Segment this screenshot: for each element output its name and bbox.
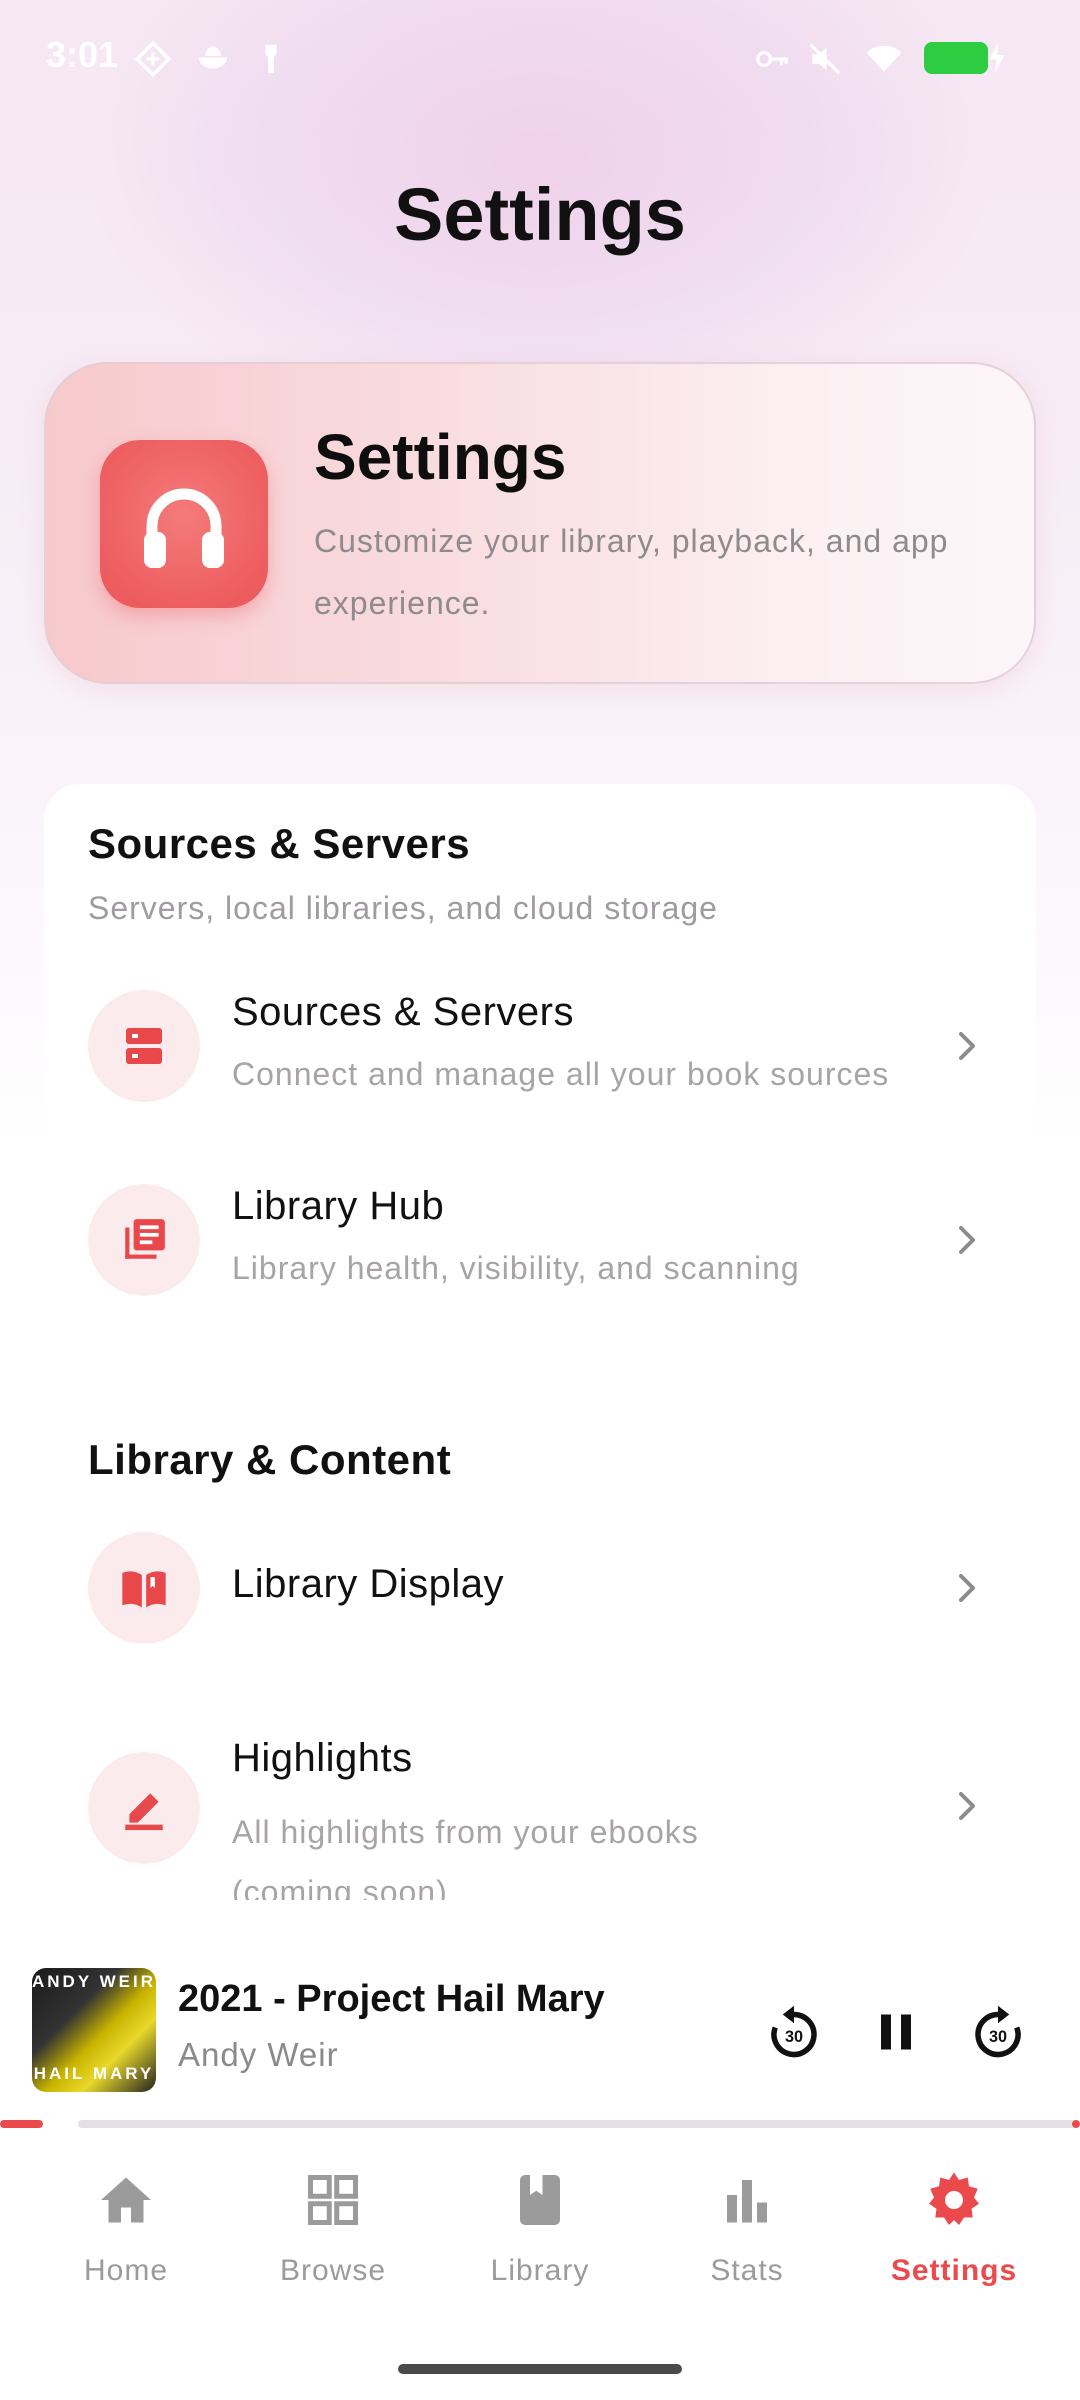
home-icon — [101, 2177, 151, 2223]
forward-30-icon[interactable]: 30 — [968, 2002, 1028, 2062]
item-title: Library Hub — [232, 1184, 445, 1228]
gear-icon — [929, 2172, 979, 2225]
book-cover: ANDY WEIR HAIL MARY — [32, 1968, 156, 2092]
bowl-icon — [198, 46, 228, 69]
settings-hero-card: Settings Customize your library, playbac… — [44, 362, 1036, 684]
battery-icon — [924, 42, 988, 74]
nav-label: Stats — [710, 2254, 784, 2287]
headphones-icon — [144, 488, 224, 568]
item-subtitle: Connect and manage all your book sources — [232, 1056, 890, 1092]
player-title: 2021 - Project Hail Mary — [178, 1978, 605, 2020]
settings-item-library-hub[interactable]: Library Hub Library health, visibility, … — [44, 1166, 1036, 1316]
highlights-icon-circle — [88, 1752, 200, 1864]
bottom-nav: Home Browse Library Stats Settings — [0, 2130, 1080, 2400]
nav-label: Browse — [279, 2254, 387, 2287]
item-title: Highlights — [232, 1736, 413, 1780]
nav-settings[interactable]: Settings — [854, 2170, 1054, 2320]
hero-icon-tile — [100, 440, 268, 608]
section-title-sources: Sources & Servers — [88, 820, 471, 867]
settings-item-sources-servers[interactable]: Sources & Servers Connect and manage all… — [44, 972, 1036, 1122]
library-display-icon-circle — [88, 1532, 200, 1644]
nav-label: Settings — [890, 2254, 1018, 2287]
nav-stats[interactable]: Stats — [647, 2170, 847, 2320]
mute-icon — [809, 43, 841, 75]
wifi-icon — [866, 45, 902, 72]
hero-subtitle: Customize your library, playback, and ap… — [314, 523, 949, 621]
status-time: 3:01 — [46, 34, 119, 75]
cover-title: HAIL MARY — [33, 2064, 155, 2083]
svg-text:30: 30 — [785, 2028, 803, 2046]
settings-item-library-display[interactable]: Library Display — [44, 1532, 1036, 1682]
home-indicator[interactable] — [398, 2364, 682, 2374]
highlighter-icon — [125, 1793, 163, 1831]
rewind-30-icon[interactable]: 30 — [764, 2002, 824, 2062]
item-subtitle: All highlights from your ebooks (coming … — [232, 1814, 699, 1900]
item-subtitle: Library health, visibility, and scanning — [232, 1250, 800, 1286]
pause-icon[interactable] — [866, 2002, 926, 2062]
tag-icon — [265, 44, 277, 74]
chevron-right-icon — [959, 1792, 975, 1820]
playback-progress-fill — [0, 2120, 43, 2128]
item-title: Library Display — [232, 1562, 505, 1606]
book-icon — [520, 2175, 560, 2225]
chevron-right-icon — [959, 1574, 975, 1602]
nav-browse[interactable]: Browse — [233, 2170, 433, 2320]
charging-icon — [989, 41, 1005, 75]
player-author: Andy Weir — [178, 2036, 339, 2073]
hero-title: Settings — [314, 421, 567, 493]
section-title-library-content: Library & Content — [88, 1436, 452, 1483]
nav-label: Library — [490, 2254, 590, 2287]
status-bar: 3:01 — [0, 0, 1080, 110]
library-hub-icon-circle — [88, 1184, 200, 1296]
settings-list: Sources & Servers Servers, local librari… — [44, 784, 1036, 1900]
playback-progress-track[interactable] — [78, 2120, 1078, 2128]
sources-icon-circle — [88, 990, 200, 1102]
nav-home[interactable]: Home — [26, 2170, 226, 2320]
cover-author: ANDY WEIR — [32, 1972, 156, 1991]
section-subtitle-sources: Servers, local libraries, and cloud stor… — [88, 890, 718, 926]
chevron-right-icon — [959, 1226, 975, 1254]
chevron-right-icon — [959, 1032, 975, 1060]
item-title: Sources & Servers — [232, 990, 574, 1034]
nav-library[interactable]: Library — [440, 2170, 640, 2320]
server-icon — [126, 1028, 162, 1064]
grid-icon — [308, 2175, 358, 2225]
bar-chart-icon — [727, 2180, 767, 2223]
settings-item-highlights[interactable]: Highlights All highlights from your eboo… — [44, 1736, 1036, 1900]
open-book-icon — [122, 1571, 166, 1608]
library-icon — [125, 1219, 165, 1259]
page-title: Settings — [394, 173, 686, 256]
mini-player[interactable]: ANDY WEIR HAIL MARY 2021 - Project Hail … — [0, 1940, 1080, 2120]
playback-progress-end — [1072, 2120, 1080, 2128]
svg-text:30: 30 — [989, 2028, 1007, 2046]
nav-label: Home — [83, 2254, 169, 2287]
signal-diamond-icon — [134, 40, 172, 78]
key-icon — [756, 51, 788, 67]
